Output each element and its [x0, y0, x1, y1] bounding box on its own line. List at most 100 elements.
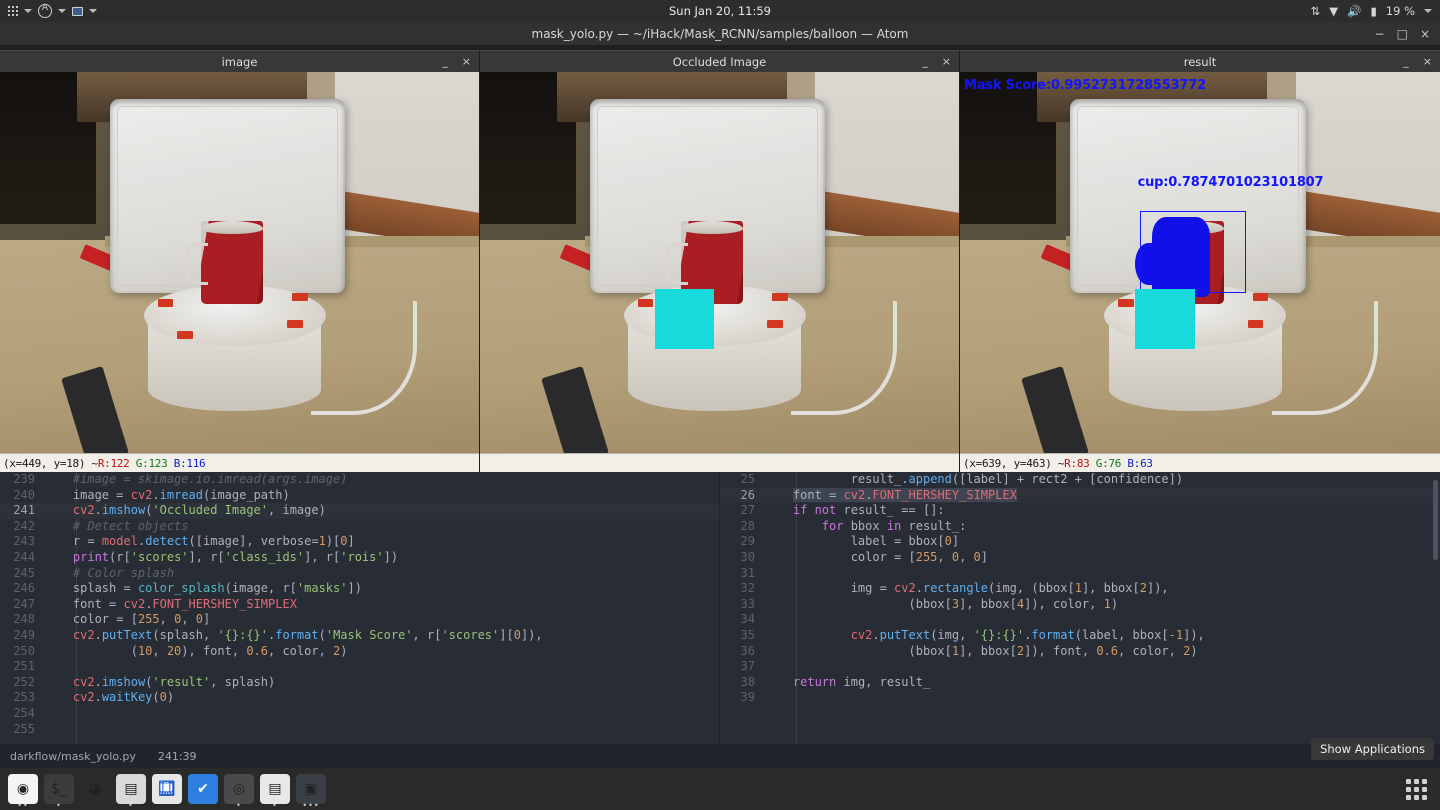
- code-text[interactable]: color = [255, 0, 0]: [764, 550, 988, 566]
- window-icon[interactable]: [72, 7, 83, 16]
- cursor-position-label[interactable]: 241:39: [158, 750, 197, 763]
- window-title-bar[interactable]: Occluded Image _ ×: [480, 50, 959, 72]
- code-text[interactable]: font = cv2.FONT_HERSHEY_SIMPLEX: [764, 488, 1017, 504]
- code-line[interactable]: 240 image = cv2.imread(image_path): [0, 488, 719, 504]
- code-line[interactable]: 30 color = [255, 0, 0]: [720, 550, 1440, 566]
- code-text[interactable]: img = cv2.rectangle(img, (bbox[1], bbox[…: [764, 581, 1169, 597]
- dock-item-terminal[interactable]: $_•: [44, 774, 74, 804]
- code-line[interactable]: 38 return img, result_: [720, 675, 1440, 691]
- code-content-left[interactable]: 239 #image = skimage.io.imread(args.imag…: [0, 472, 719, 737]
- code-text[interactable]: label = bbox[0]: [764, 534, 959, 550]
- network-icon[interactable]: ⇅: [1311, 4, 1321, 18]
- wifi-icon[interactable]: ▼: [1329, 4, 1338, 18]
- close-icon[interactable]: ×: [942, 55, 951, 68]
- chevron-down-icon[interactable]: [89, 9, 97, 13]
- code-line[interactable]: 242 # Detect objects: [0, 519, 719, 535]
- minimize-button[interactable]: _: [922, 55, 928, 68]
- code-line[interactable]: 34: [720, 612, 1440, 628]
- code-text[interactable]: image = cv2.imread(image_path): [44, 488, 290, 504]
- minimize-button[interactable]: −: [1375, 28, 1385, 40]
- code-text[interactable]: # Detect objects: [44, 519, 189, 535]
- dock-item-file-browser[interactable]: ▣•••: [296, 774, 326, 804]
- code-line[interactable]: 36 (bbox[1], bbox[2]), font, 0.6, color,…: [720, 644, 1440, 660]
- occluded-image-canvas[interactable]: [480, 72, 959, 453]
- minimize-button[interactable]: _: [442, 55, 448, 68]
- code-line[interactable]: 25 result_.append([label] + rect2 + [con…: [720, 472, 1440, 488]
- code-line[interactable]: 243 r = model.detect([image], verbose=1)…: [0, 534, 719, 550]
- code-text[interactable]: return img, result_: [764, 675, 930, 691]
- code-text[interactable]: if not result_ == []:: [764, 503, 945, 519]
- opencv-window-occluded-image[interactable]: Occluded Image _ ×: [480, 50, 959, 472]
- dock-item-files[interactable]: ▤•: [116, 774, 146, 804]
- application-dock[interactable]: ◉••$_•◕▤•🛄✔◎•▤•▣•••: [0, 768, 1440, 810]
- file-path-label[interactable]: darkflow/mask_yolo.py: [10, 750, 136, 763]
- code-text[interactable]: r = model.detect([image], verbose=1)[0]: [44, 534, 355, 550]
- chevron-down-icon[interactable]: [24, 9, 32, 13]
- code-line[interactable]: 27 if not result_ == []:: [720, 503, 1440, 519]
- atom-logo-icon[interactable]: [38, 4, 52, 18]
- atom-editor[interactable]: 239 #image = skimage.io.imread(args.imag…: [0, 472, 1440, 744]
- code-line[interactable]: 250 (10, 20), font, 0.6, color, 2): [0, 644, 719, 660]
- code-text[interactable]: (bbox[3], bbox[4]), color, 1): [764, 597, 1118, 613]
- volume-icon[interactable]: 🔊: [1347, 4, 1361, 18]
- vertical-scrollbar[interactable]: [1433, 480, 1438, 560]
- code-line[interactable]: 35 cv2.putText(img, '{}:{}'.format(label…: [720, 628, 1440, 644]
- window-title-bar[interactable]: result _ ×: [960, 50, 1440, 72]
- code-text[interactable]: color = [255, 0, 0]: [44, 612, 210, 628]
- dock-item-chrome[interactable]: ◉••: [8, 774, 38, 804]
- result-canvas[interactable]: Mask Score:0.9952731728553772 cup:0.7874…: [960, 72, 1440, 453]
- code-text[interactable]: print(r['scores'], r['class_ids'], r['ro…: [44, 550, 398, 566]
- code-line[interactable]: 245 # Color splash: [0, 566, 719, 582]
- code-text[interactable]: cv2.putText(splash, '{}:{}'.format('Mask…: [44, 628, 543, 644]
- code-text[interactable]: (10, 20), font, 0.6, color, 2): [44, 644, 348, 660]
- code-line[interactable]: 239 #image = skimage.io.imread(args.imag…: [0, 472, 719, 488]
- code-line[interactable]: 29 label = bbox[0]: [720, 534, 1440, 550]
- code-text[interactable]: cv2.waitKey(0): [44, 690, 174, 706]
- dock-item-libreoffice-writer[interactable]: ▤•: [260, 774, 290, 804]
- dock-item-firefox[interactable]: ◕: [80, 774, 110, 804]
- image-canvas[interactable]: [0, 72, 479, 453]
- dock-items[interactable]: ◉••$_•◕▤•🛄✔◎•▤•▣•••: [0, 774, 326, 804]
- code-line[interactable]: 246 splash = color_splash(image, r['mask…: [0, 581, 719, 597]
- window-title-bar[interactable]: image _ ×: [0, 50, 479, 72]
- minimize-button[interactable]: _: [1403, 55, 1409, 68]
- code-line[interactable]: 251: [0, 659, 719, 675]
- code-text[interactable]: for bbox in result_:: [764, 519, 966, 535]
- close-icon[interactable]: ×: [1423, 55, 1432, 68]
- code-line[interactable]: 37: [720, 659, 1440, 675]
- editor-pane-left[interactable]: 239 #image = skimage.io.imread(args.imag…: [0, 472, 720, 744]
- show-applications-icon[interactable]: [1402, 775, 1430, 803]
- code-text[interactable]: splash = color_splash(image, r['masks']): [44, 581, 362, 597]
- code-line[interactable]: 32 img = cv2.rectangle(img, (bbox[1], bb…: [720, 581, 1440, 597]
- code-line[interactable]: 253 cv2.waitKey(0): [0, 690, 719, 706]
- code-content-right[interactable]: 25 result_.append([label] + rect2 + [con…: [720, 472, 1440, 706]
- opencv-window-result[interactable]: result _ ×: [960, 50, 1440, 472]
- code-line[interactable]: 244 print(r['scores'], r['class_ids'], r…: [0, 550, 719, 566]
- code-text[interactable]: cv2.imshow('Occluded Image', image): [44, 503, 326, 519]
- code-line[interactable]: 241 cv2.imshow('Occluded Image', image): [0, 503, 719, 519]
- maximize-button[interactable]: □: [1397, 28, 1408, 40]
- code-line[interactable]: 254: [0, 706, 719, 722]
- code-line[interactable]: 255: [0, 722, 719, 738]
- code-text[interactable]: (bbox[1], bbox[2]), font, 0.6, color, 2): [764, 644, 1198, 660]
- editor-pane-right[interactable]: 25 result_.append([label] + rect2 + [con…: [720, 472, 1440, 744]
- grid-icon[interactable]: [8, 6, 18, 16]
- code-line[interactable]: 249 cv2.putText(splash, '{}:{}'.format('…: [0, 628, 719, 644]
- dock-item-software-center[interactable]: 🛄: [152, 774, 182, 804]
- system-clock[interactable]: Sun Jan 20, 11:59: [0, 4, 1440, 18]
- battery-icon[interactable]: ▮: [1370, 4, 1376, 18]
- code-line[interactable]: 26 font = cv2.FONT_HERSHEY_SIMPLEX: [720, 488, 1440, 504]
- code-line[interactable]: 39: [720, 690, 1440, 706]
- opencv-window-image[interactable]: image _ × (x=: [0, 50, 479, 472]
- code-line[interactable]: 28 for bbox in result_:: [720, 519, 1440, 535]
- code-text[interactable]: result_.append([label] + rect2 + [confid…: [764, 472, 1183, 488]
- close-icon[interactable]: ×: [462, 55, 471, 68]
- code-text[interactable]: cv2.putText(img, '{}:{}'.format(label, b…: [764, 628, 1205, 644]
- code-line[interactable]: 247 font = cv2.FONT_HERSHEY_SIMPLEX: [0, 597, 719, 613]
- close-button[interactable]: ×: [1420, 28, 1430, 40]
- chevron-down-icon[interactable]: [1424, 9, 1432, 13]
- dock-item-atom[interactable]: ◎•: [224, 774, 254, 804]
- code-text[interactable]: # Color splash: [44, 566, 174, 582]
- code-line[interactable]: 248 color = [255, 0, 0]: [0, 612, 719, 628]
- code-text[interactable]: font = cv2.FONT_HERSHEY_SIMPLEX: [44, 597, 297, 613]
